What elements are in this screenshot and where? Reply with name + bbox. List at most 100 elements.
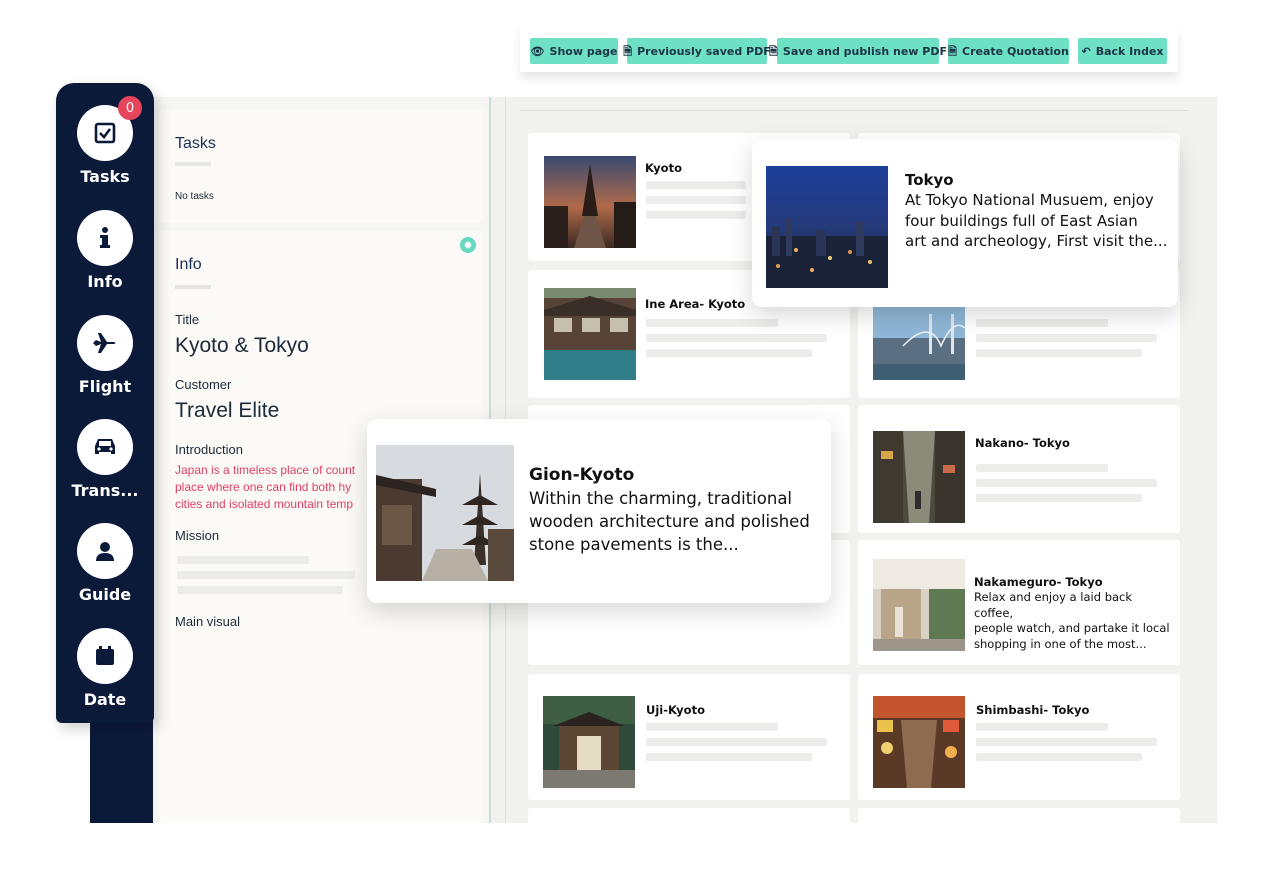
show-page-label: Show page xyxy=(549,44,618,58)
tokyo-preview-popup[interactable]: Tokyo At Tokyo National Musuem, enjoy fo… xyxy=(752,139,1178,307)
placeholder-line xyxy=(646,723,778,731)
scrollbar-track[interactable] xyxy=(1188,97,1217,823)
popup-title: Gion-Kyoto xyxy=(529,465,635,485)
plane-icon xyxy=(93,333,116,353)
title-underline xyxy=(175,162,211,166)
task-count-badge: 0 xyxy=(118,96,142,120)
show-page-button[interactable]: 👁 Show page xyxy=(530,38,618,64)
placeholder-line xyxy=(976,319,1108,327)
sidebar-item-guide[interactable]: Guide xyxy=(56,523,154,623)
destination-card-nakano[interactable]: Nakano- Tokyo xyxy=(858,405,1180,533)
sidebar-item-flight[interactable]: Flight xyxy=(56,315,154,415)
title-underline xyxy=(175,285,211,289)
placeholder-line xyxy=(976,479,1157,487)
previously-saved-pdf-label: Previously saved PDF xyxy=(637,44,771,58)
main-visual-label: Main visual xyxy=(175,614,241,629)
mission-label: Mission xyxy=(175,528,220,543)
title-value[interactable]: Kyoto & Tokyo xyxy=(175,334,309,358)
placeholder-line xyxy=(976,349,1142,357)
description-line: Relax and enjoy a laid back coffee, xyxy=(974,590,1133,620)
ine-area-image xyxy=(544,288,636,380)
back-index-label: Back Index xyxy=(1095,44,1164,58)
introduction-line: cities and isolated mountain temp xyxy=(175,497,354,511)
gion-pagoda-image xyxy=(376,445,514,581)
introduction-line: place where one can find both hy xyxy=(175,480,352,494)
destination-card-shimbashi[interactable]: Shimbashi- Tokyo xyxy=(858,674,1180,800)
pdf-file-icon: 🗎 xyxy=(623,44,633,58)
placeholder-line xyxy=(976,723,1108,731)
destination-card-nakameguro[interactable]: Nakameguro- Tokyo Relax and enjoy a laid… xyxy=(858,540,1180,665)
nakano-street-image xyxy=(873,431,965,523)
destination-card[interactable] xyxy=(858,808,1180,828)
gion-kyoto-preview-popup[interactable]: Gion-Kyoto Within the charming, traditio… xyxy=(367,419,831,603)
placeholder-line xyxy=(976,738,1157,746)
destination-title: Shimbashi- Tokyo xyxy=(976,703,1090,717)
previously-saved-pdf-button[interactable]: 🗎 Previously saved PDF xyxy=(623,38,771,64)
info-icon xyxy=(100,227,110,248)
introduction-line: Japan is a timeless place of count xyxy=(175,463,355,477)
tasks-icon xyxy=(94,122,116,144)
document-icon: 🗎 xyxy=(948,44,958,58)
nav-icon-circle xyxy=(77,315,133,371)
sidebar-item-label: Guide xyxy=(78,585,132,604)
placeholder-line xyxy=(646,334,827,342)
destination-title: Kyoto xyxy=(645,161,682,175)
customer-label: Customer xyxy=(175,377,232,392)
description-line: four buildings full of East Asian xyxy=(905,211,1138,230)
popup-description: Within the charming, traditional wooden … xyxy=(529,487,824,556)
nav-icon-circle xyxy=(77,419,133,475)
destination-title: Uji-Kyoto xyxy=(646,703,705,717)
save-publish-pdf-label: Save and publish new PDF xyxy=(782,44,947,58)
back-index-button[interactable]: ↶ Back Index xyxy=(1078,38,1167,64)
placeholder-line xyxy=(177,556,309,564)
kyoto-pagoda-image xyxy=(544,156,636,248)
description-line: people watch, and partake it local xyxy=(974,621,1170,635)
sidebar-item-label: Tasks xyxy=(80,167,130,186)
create-quotation-label: Create Quotation xyxy=(962,44,1069,58)
description-line: Within the charming, traditional xyxy=(529,489,793,508)
create-quotation-button[interactable]: 🗎 Create Quotation xyxy=(948,38,1069,64)
introduction-label: Introduction xyxy=(175,442,243,457)
placeholder-line xyxy=(976,334,1157,342)
gear-icon[interactable]: ✹ xyxy=(460,237,476,253)
pdf-file-icon: 🗎 xyxy=(769,44,778,58)
nav-icon-circle xyxy=(77,628,133,684)
tokyo-night-image xyxy=(766,166,888,288)
placeholder-line xyxy=(976,464,1108,472)
sidebar-item-label: Flight xyxy=(78,377,132,396)
uji-gate-image xyxy=(543,696,635,788)
description-line: wooden architecture and polished xyxy=(529,512,810,531)
customer-value[interactable]: Travel Elite xyxy=(175,399,279,423)
placeholder-line xyxy=(976,753,1142,761)
nakameguro-shop-image xyxy=(873,559,965,651)
title-label: Title xyxy=(175,312,200,327)
nav-icon-circle xyxy=(77,210,133,266)
placeholder-line xyxy=(646,753,812,761)
sidebar-item-label: Date xyxy=(83,690,127,709)
placeholder-line xyxy=(646,196,746,204)
destination-card[interactable] xyxy=(528,808,850,828)
sidebar-nav: Tasks Info Flight Trans... Guide Date xyxy=(56,83,154,723)
calendar-icon xyxy=(96,646,114,665)
content-top-rule xyxy=(520,110,1188,111)
placeholder-line xyxy=(177,586,343,594)
description-line: shopping in one of the most... xyxy=(974,636,1147,651)
destination-description: Relax and enjoy a laid back coffee, peop… xyxy=(974,590,1174,652)
description-line: stone pavements is the... xyxy=(529,535,739,554)
sidebar-item-tasks[interactable]: Tasks xyxy=(56,105,154,205)
placeholder-line xyxy=(646,211,746,219)
sidebar-item-label: Trans... xyxy=(71,481,139,500)
save-publish-pdf-button[interactable]: 🗎 Save and publish new PDF xyxy=(769,38,947,64)
placeholder-line xyxy=(646,349,812,357)
sidebar-item-transport[interactable]: Trans... xyxy=(56,419,154,519)
sidebar-item-info[interactable]: Info xyxy=(56,210,154,310)
car-icon xyxy=(95,439,115,454)
destination-title: Ine Area- Kyoto xyxy=(645,297,746,311)
introduction-text[interactable]: Japan is a timeless place of count place… xyxy=(175,462,355,514)
destination-card-uji[interactable]: Uji-Kyoto xyxy=(528,674,850,800)
sidebar-item-date[interactable]: Date xyxy=(56,628,154,728)
tasks-card-title: Tasks xyxy=(175,135,216,152)
popup-title: Tokyo xyxy=(905,171,954,189)
placeholder-line xyxy=(646,738,827,746)
description-line: art and archeology, First visit the... xyxy=(905,232,1168,250)
